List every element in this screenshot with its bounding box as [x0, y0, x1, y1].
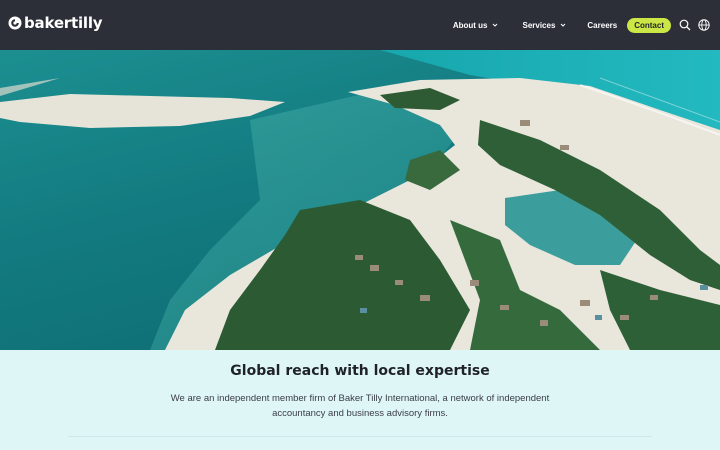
language-button[interactable] — [698, 19, 710, 31]
nav-item-about-us[interactable]: About us — [453, 21, 500, 30]
nav-item-label: About us — [452, 20, 488, 30]
contact-button[interactable]: Contact — [627, 17, 671, 33]
site-header: bakertilly About us Services Careers Con… — [0, 0, 720, 50]
intro-heading: Global reach with local expertise — [230, 363, 490, 379]
logo[interactable]: bakertilly — [8, 12, 103, 34]
nav-item-services[interactable]: Services — [522, 21, 567, 30]
intro-section: Global reach with local expertise We are… — [0, 350, 720, 450]
main-nav: About us Services Careers Contact — [453, 0, 710, 50]
chevron-down-icon — [561, 23, 566, 27]
globe-icon — [698, 19, 710, 31]
section-divider — [68, 436, 652, 437]
nav-item-careers[interactable]: Careers — [587, 21, 617, 30]
search-button[interactable] — [679, 19, 691, 31]
search-icon — [679, 19, 691, 31]
chevron-down-icon — [493, 23, 498, 27]
hero-image — [0, 50, 720, 350]
nav-item-label: Services — [522, 20, 556, 30]
intro-paragraph: We are an independent member firm of Bak… — [170, 393, 550, 419]
logo-mark-icon — [8, 16, 22, 30]
nav-item-label: Careers — [587, 20, 618, 30]
logo-text: bakertilly — [24, 14, 103, 32]
aerial-island-illustration — [0, 50, 720, 350]
